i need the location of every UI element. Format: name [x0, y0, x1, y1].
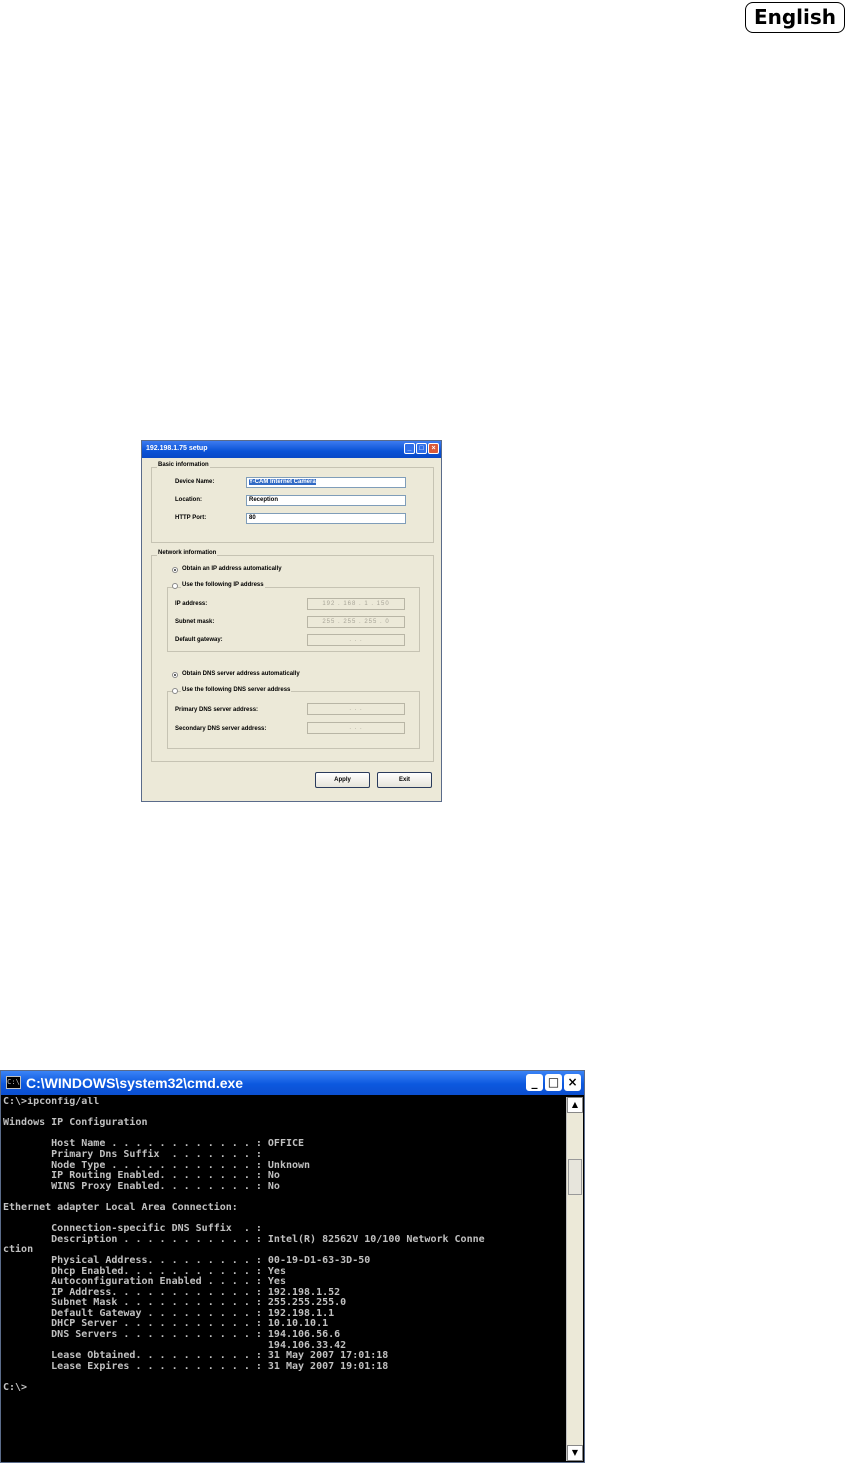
primary-dns-field[interactable]: . . .	[307, 703, 405, 715]
location-input[interactable]: Reception	[246, 495, 406, 506]
dialog-title: 192.198.1.75 setup	[146, 445, 208, 452]
use-following-dns-label: Use the following DNS server address	[181, 687, 292, 693]
maximize-icon[interactable]: □	[416, 443, 427, 454]
scroll-up-icon[interactable]: ▲	[567, 1097, 583, 1113]
default-gateway-label: Default gateway:	[175, 637, 223, 643]
cmd-window-controls: _ □ ×	[526, 1074, 581, 1091]
ip-address-field[interactable]: 192 . 168 . 1 . 150	[307, 598, 405, 610]
use-following-dns-radio[interactable]	[172, 688, 178, 694]
use-following-ip-label: Use the following IP address	[181, 582, 265, 588]
ip-address-label: IP address:	[175, 601, 208, 607]
secondary-dns-field[interactable]: . . .	[307, 722, 405, 734]
obtain-dns-auto-label: Obtain DNS server address automatically	[182, 671, 300, 677]
cmd-title-bar: C:\ C:\WINDOWS\system32\cmd.exe _ □ ×	[1, 1071, 584, 1095]
cmd-output-text: C:\>ipconfig/all Windows IP Configuratio…	[3, 1097, 485, 1394]
device-name-value: Y-CAM Internet Camera	[249, 479, 316, 485]
device-name-input[interactable]: Y-CAM Internet Camera	[246, 477, 406, 488]
use-following-ip-radio[interactable]	[172, 583, 178, 589]
cmd-window: C:\ C:\WINDOWS\system32\cmd.exe _ □ × C:…	[0, 1070, 585, 1463]
scrollbar-thumb[interactable]	[568, 1159, 582, 1195]
basic-info-legend: Basic information	[157, 462, 210, 468]
exit-button[interactable]: Exit	[377, 772, 432, 788]
apply-button[interactable]: Apply	[315, 772, 370, 788]
http-port-input[interactable]: 80	[246, 513, 406, 524]
subnet-mask-label: Subnet mask:	[175, 619, 215, 625]
cmd-output[interactable]: C:\>ipconfig/all Windows IP Configuratio…	[3, 1097, 564, 1461]
scroll-down-icon[interactable]: ▼	[567, 1445, 583, 1461]
obtain-ip-auto-label: Obtain an IP address automatically	[182, 566, 282, 572]
network-info-legend: Network information	[157, 550, 218, 556]
device-name-label: Device Name:	[175, 479, 215, 485]
location-label: Location:	[175, 497, 202, 503]
http-port-label: HTTP Port:	[175, 515, 207, 521]
obtain-ip-auto-radio[interactable]	[172, 567, 178, 573]
secondary-dns-label: Secondary DNS server address:	[175, 726, 267, 732]
setup-dialog: 192.198.1.75 setup _ □ × Basic informati…	[141, 440, 442, 802]
primary-dns-label: Primary DNS server address:	[175, 707, 259, 713]
vertical-scrollbar[interactable]: ▲ ▼	[566, 1097, 583, 1461]
close-icon[interactable]: ×	[428, 443, 439, 454]
cmd-title: C:\WINDOWS\system32\cmd.exe	[26, 1075, 244, 1091]
dialog-window-controls: _ □ ×	[404, 443, 439, 454]
static-dns-group	[167, 691, 420, 749]
language-badge: English	[745, 2, 845, 33]
cmd-app-icon: C:\	[6, 1076, 21, 1089]
minimize-icon[interactable]: _	[404, 443, 415, 454]
subnet-mask-field[interactable]: 255 . 255 . 255 . 0	[307, 616, 405, 628]
dialog-title-bar: 192.198.1.75 setup _ □ ×	[142, 441, 441, 458]
close-icon[interactable]: ×	[564, 1074, 581, 1091]
minimize-icon[interactable]: _	[526, 1074, 543, 1091]
obtain-dns-auto-radio[interactable]	[172, 672, 178, 678]
maximize-icon[interactable]: □	[545, 1074, 562, 1091]
default-gateway-field[interactable]: . . .	[307, 634, 405, 646]
